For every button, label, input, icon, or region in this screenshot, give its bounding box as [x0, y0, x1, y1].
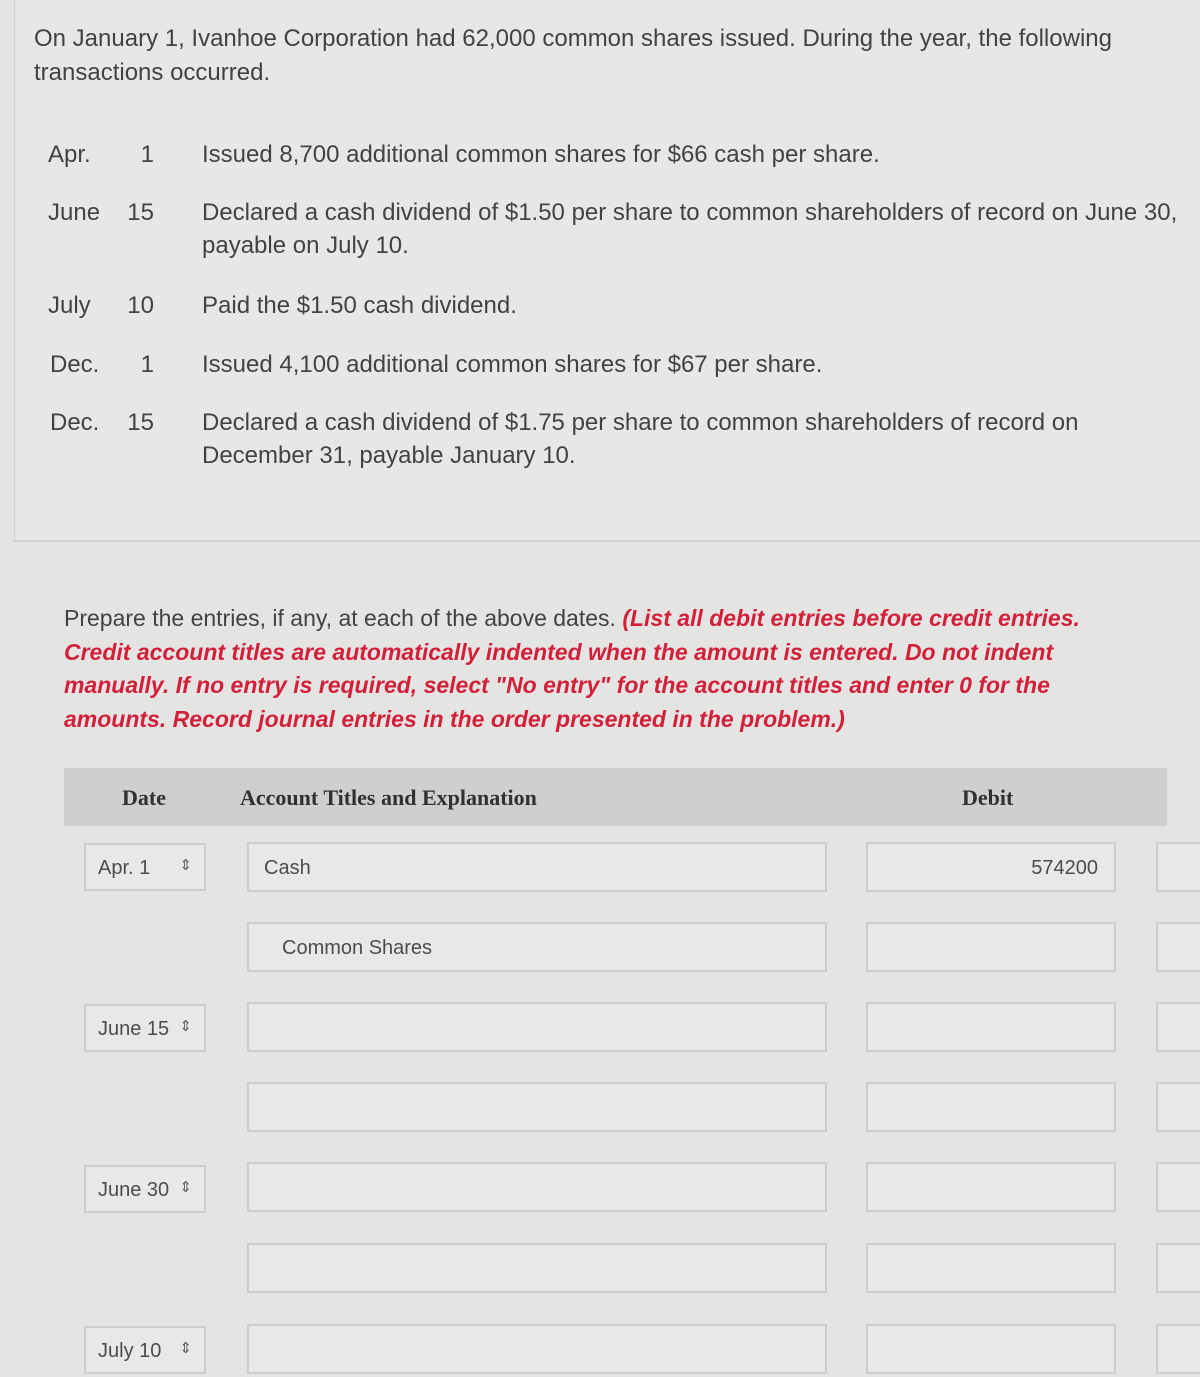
date-select[interactable]: June 30 ⇕ — [84, 1165, 206, 1213]
transaction-description: Paid the $1.50 cash dividend. — [202, 292, 517, 319]
transaction-month: Dec. — [50, 351, 100, 378]
credit-input[interactable] — [1156, 1002, 1200, 1052]
date-select[interactable]: June 15 ⇕ — [84, 1004, 206, 1052]
instructions: Prepare the entries, if any, at each of … — [64, 602, 1144, 736]
debit-input[interactable] — [866, 1324, 1116, 1374]
debit-input[interactable] — [866, 1162, 1116, 1212]
chevron-up-down-icon: ⇕ — [179, 1340, 192, 1357]
account-title-input[interactable]: Cash — [247, 842, 827, 892]
transaction-month: Apr. — [48, 141, 91, 168]
transaction-description: Issued 8,700 additional common shares fo… — [202, 141, 880, 168]
date-value: June 15 — [98, 1018, 170, 1040]
date-select[interactable]: Apr. 1 ⇕ — [84, 843, 206, 891]
date-value: June 30 — [98, 1179, 170, 1201]
account-title-value: Cash — [264, 857, 311, 879]
chevron-up-down-icon: ⇕ — [179, 1179, 192, 1196]
credit-input[interactable] — [1156, 1324, 1200, 1374]
credit-input[interactable] — [1156, 1243, 1200, 1293]
chevron-up-down-icon: ⇕ — [179, 1018, 192, 1035]
account-title-input[interactable] — [247, 1002, 827, 1052]
transaction-description: Issued 4,100 additional common shares fo… — [202, 351, 823, 378]
problem-intro: On January 1, Ivanhoe Corporation had 62… — [34, 25, 1112, 86]
debit-input[interactable] — [866, 922, 1116, 972]
account-title-input[interactable] — [247, 1082, 827, 1132]
transaction-day: 15 — [127, 199, 154, 226]
transaction-description: Declared a cash dividend of $1.50 per sh… — [202, 199, 1178, 259]
credit-input[interactable] — [1156, 922, 1200, 972]
credit-input[interactable] — [1156, 1162, 1200, 1212]
account-title-input[interactable]: Common Shares — [247, 922, 827, 972]
debit-input[interactable] — [866, 1243, 1116, 1293]
instructions-text: Prepare the entries, if any, at each of … — [64, 605, 616, 631]
debit-input[interactable] — [866, 1082, 1116, 1132]
transaction-day: 15 — [127, 409, 154, 436]
credit-input[interactable] — [1156, 842, 1200, 892]
account-title-input[interactable] — [247, 1162, 827, 1212]
transaction-month: Dec. — [50, 409, 100, 436]
transaction-month: July — [48, 292, 91, 319]
header-account-titles: Account Titles and Explanation — [240, 785, 537, 810]
debit-value: 574200 — [1031, 857, 1098, 879]
account-title-input[interactable] — [247, 1243, 827, 1293]
transaction-month: June — [48, 199, 101, 226]
debit-input[interactable] — [866, 1002, 1116, 1052]
credit-input[interactable] — [1156, 1082, 1200, 1132]
transaction-day: 1 — [140, 351, 154, 378]
date-value: July 10 — [98, 1340, 162, 1362]
account-title-value: Common Shares — [282, 937, 433, 959]
header-date: Date — [122, 785, 166, 810]
debit-input[interactable]: 574200 — [866, 842, 1116, 892]
account-title-input[interactable] — [247, 1324, 827, 1374]
transaction-day: 10 — [127, 292, 154, 319]
date-value: Apr. 1 — [98, 857, 151, 879]
journal-table-header: Date Account Titles and Explanation Debi… — [64, 768, 1167, 826]
header-debit: Debit — [962, 785, 1014, 810]
transaction-day: 1 — [140, 141, 154, 168]
date-select[interactable]: July 10 ⇕ — [84, 1326, 206, 1374]
transaction-description: Declared a cash dividend of $1.75 per sh… — [202, 409, 1079, 469]
chevron-up-down-icon: ⇕ — [179, 857, 192, 874]
